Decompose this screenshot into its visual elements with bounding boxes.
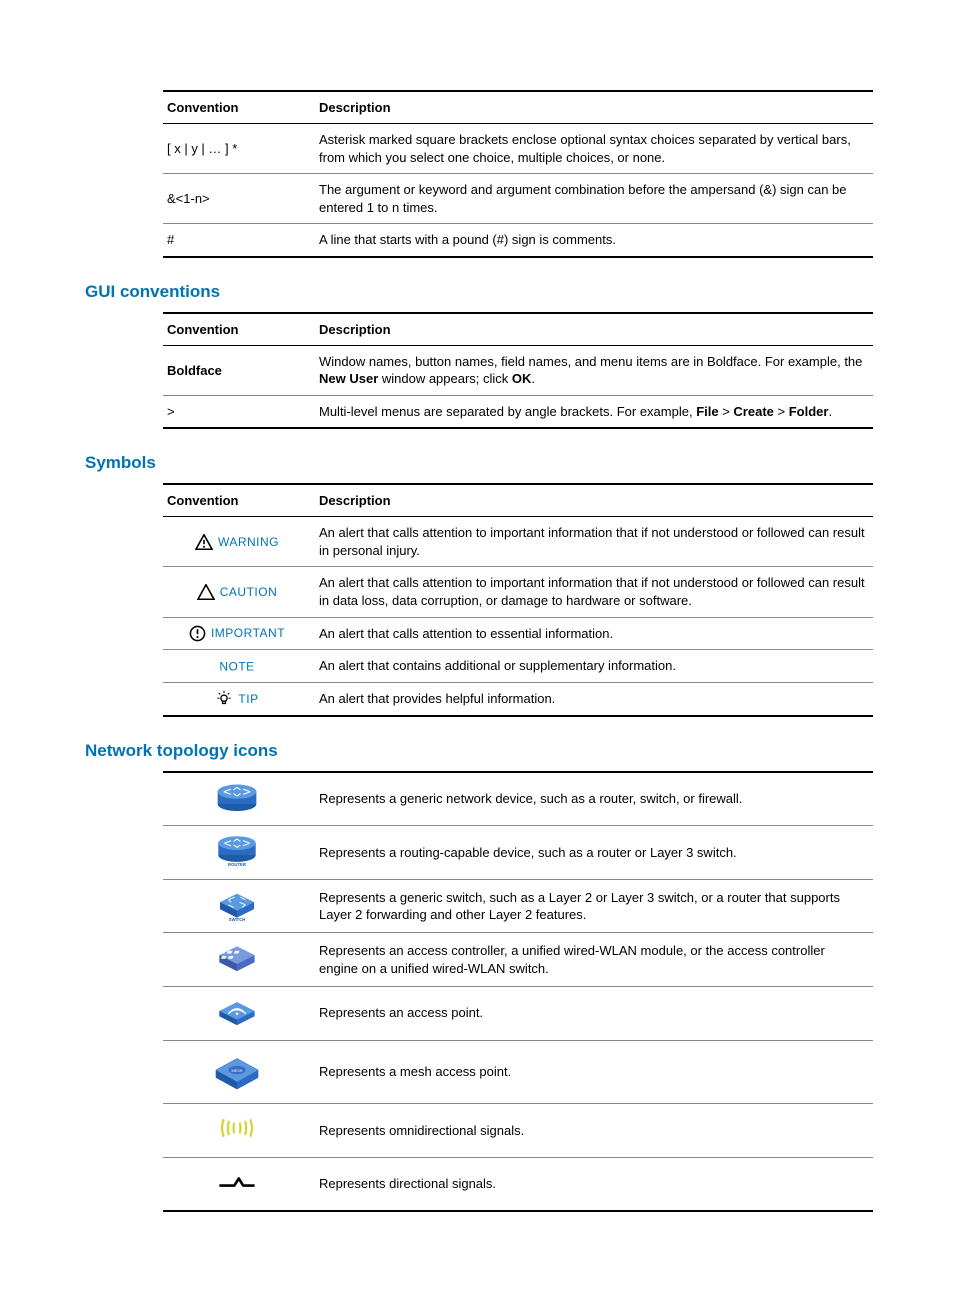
cell-convention: # xyxy=(163,224,315,257)
th-description: Description xyxy=(315,313,873,346)
cell-convention: &<1-n> xyxy=(163,174,315,224)
cell-description: An alert that calls attention to importa… xyxy=(315,567,873,617)
access-controller-icon xyxy=(215,940,259,974)
th-convention: Convention xyxy=(163,91,315,124)
tip-icon xyxy=(215,690,233,708)
th-description: Description xyxy=(315,91,873,124)
cell-description: Represents an access point. xyxy=(315,986,873,1040)
table-row: Represents a generic network device, suc… xyxy=(163,772,873,826)
cell-description: Window names, button names, field names,… xyxy=(315,345,873,395)
cell-convention: IMPORTANT xyxy=(163,617,315,650)
table-row: WARNING An alert that calls attention to… xyxy=(163,517,873,567)
directional-signal-icon xyxy=(215,1165,259,1199)
heading-symbols: Symbols xyxy=(85,453,869,473)
cell-convention: > xyxy=(163,395,315,428)
cell-description: Represents a generic switch, such as a L… xyxy=(315,879,873,933)
table-row: > Multi-level menus are separated by ang… xyxy=(163,395,873,428)
router-icon: ROUTER xyxy=(215,833,259,867)
table-row: &<1-n> The argument or keyword and argum… xyxy=(163,174,873,224)
cell-description: Represents an access controller, a unifi… xyxy=(315,933,873,987)
table-row: # A line that starts with a pound (#) si… xyxy=(163,224,873,257)
table-row: ROUTER Represents a routing-capable devi… xyxy=(163,826,873,880)
table-row: Represents directional signals. xyxy=(163,1157,873,1211)
table-row: CAUTION An alert that calls attention to… xyxy=(163,567,873,617)
cell-description: Asterisk marked square brackets enclose … xyxy=(315,124,873,174)
cell-convention: Boldface xyxy=(163,345,315,395)
omnidirectional-signal-icon xyxy=(215,1111,259,1145)
caution-icon xyxy=(197,584,215,600)
gui-conventions-table: Convention Description Boldface Window n… xyxy=(163,312,873,430)
cell-description: Multi-level menus are separated by angle… xyxy=(315,395,873,428)
table-row: Represents omnidirectional signals. xyxy=(163,1104,873,1158)
cell-icon: SWITCH xyxy=(163,879,315,933)
warning-icon xyxy=(195,534,213,550)
symbol-label: CAUTION xyxy=(220,584,278,600)
heading-network-topology-icons: Network topology icons xyxy=(85,741,869,761)
table-row: TIP An alert that provides helpful infor… xyxy=(163,682,873,716)
cell-icon: MESH xyxy=(163,1040,315,1104)
cell-icon xyxy=(163,1157,315,1211)
cell-description: Represents a routing-capable device, suc… xyxy=(315,826,873,880)
cell-convention: [ x | y | … ] * xyxy=(163,124,315,174)
th-convention: Convention xyxy=(163,484,315,517)
table-row: NOTE An alert that contains additional o… xyxy=(163,650,873,683)
symbols-table: Convention Description WARNING An alert … xyxy=(163,483,873,716)
generic-network-device-icon xyxy=(215,780,259,814)
table-row: IMPORTANT An alert that calls attention … xyxy=(163,617,873,650)
conventions-table-1: Convention Description [ x | y | … ] * A… xyxy=(163,90,873,258)
symbol-label: IMPORTANT xyxy=(211,625,285,641)
cell-description: An alert that provides helpful informati… xyxy=(315,682,873,716)
access-point-icon xyxy=(215,994,259,1028)
table-row: Represents an access point. xyxy=(163,986,873,1040)
cell-icon: ROUTER xyxy=(163,826,315,880)
cell-convention: WARNING xyxy=(163,517,315,567)
cell-description: Represents a mesh access point. xyxy=(315,1040,873,1104)
symbol-label: WARNING xyxy=(218,534,279,550)
cell-description: Represents directional signals. xyxy=(315,1157,873,1211)
cell-icon xyxy=(163,933,315,987)
important-icon xyxy=(189,625,206,642)
cell-description: Represents a generic network device, suc… xyxy=(315,772,873,826)
network-topology-table: Represents a generic network device, suc… xyxy=(163,771,873,1212)
cell-icon xyxy=(163,1104,315,1158)
heading-gui-conventions: GUI conventions xyxy=(85,282,869,302)
svg-text:SWITCH: SWITCH xyxy=(229,917,246,921)
cell-description: An alert that calls attention to essenti… xyxy=(315,617,873,650)
cell-description: The argument or keyword and argument com… xyxy=(315,174,873,224)
svg-text:MESH: MESH xyxy=(231,1068,242,1072)
symbol-label: TIP xyxy=(238,691,258,707)
cell-icon xyxy=(163,772,315,826)
cell-description: An alert that calls attention to importa… xyxy=(315,517,873,567)
cell-description: An alert that contains additional or sup… xyxy=(315,650,873,683)
table-row: MESH Represents a mesh access point. xyxy=(163,1040,873,1104)
symbol-label: NOTE xyxy=(219,660,254,674)
cell-convention: NOTE xyxy=(163,650,315,683)
switch-icon: SWITCH xyxy=(215,887,259,921)
mesh-access-point-icon: MESH xyxy=(213,1048,261,1092)
table-row: Represents an access controller, a unifi… xyxy=(163,933,873,987)
svg-text:ROUTER: ROUTER xyxy=(228,862,246,867)
cell-convention: CAUTION xyxy=(163,567,315,617)
th-convention: Convention xyxy=(163,313,315,346)
cell-description: A line that starts with a pound (#) sign… xyxy=(315,224,873,257)
th-description: Description xyxy=(315,484,873,517)
table-row: [ x | y | … ] * Asterisk marked square b… xyxy=(163,124,873,174)
table-row: Boldface Window names, button names, fie… xyxy=(163,345,873,395)
cell-icon xyxy=(163,986,315,1040)
cell-description: Represents omnidirectional signals. xyxy=(315,1104,873,1158)
table-row: SWITCH Represents a generic switch, such… xyxy=(163,879,873,933)
cell-convention: TIP xyxy=(163,682,315,716)
